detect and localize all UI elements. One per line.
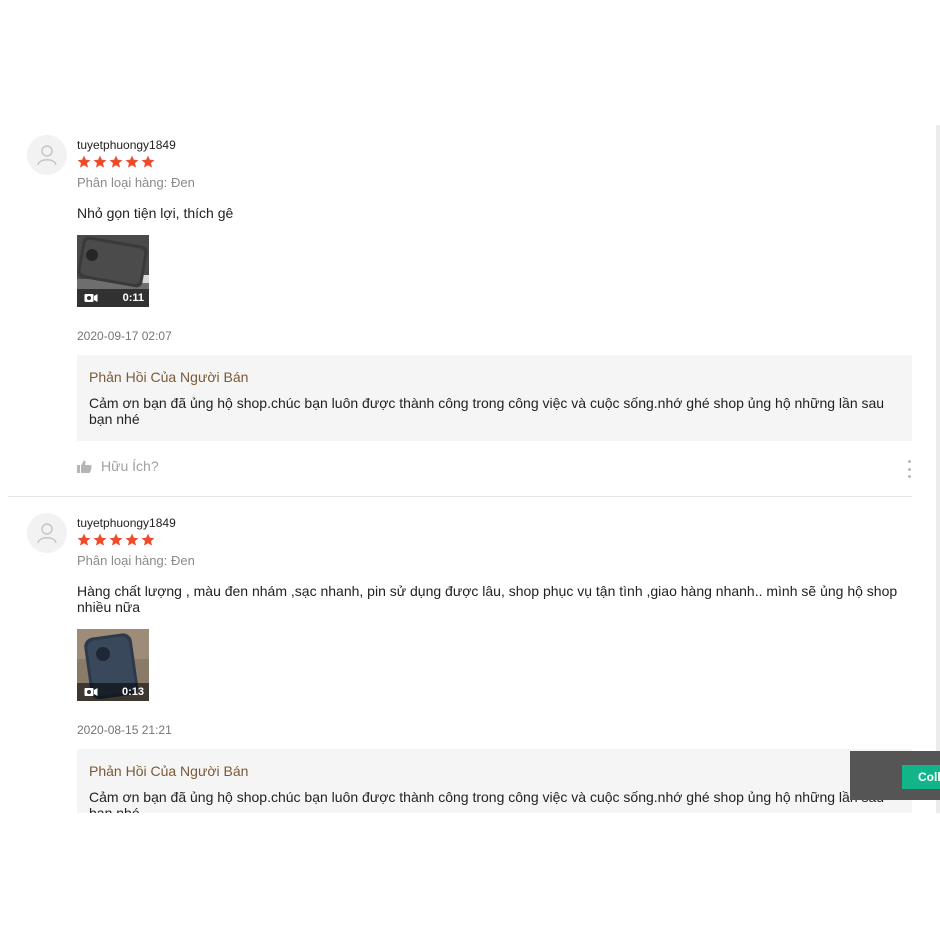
more-options-icon[interactable] [905,460,913,478]
review-video-thumbnail[interactable]: 0:11 [77,235,149,307]
rating-stars [77,155,155,169]
video-duration: 0:11 [122,292,144,304]
helpful-label: Hữu Ích? [101,458,159,474]
reviewer-name[interactable]: tuyetphuongy1849 [77,138,176,152]
user-icon [37,523,57,544]
star-icon [125,533,139,546]
star-icon [93,155,107,168]
video-duration: 0:13 [121,686,144,698]
video-info-bar: 0:11 [77,289,149,307]
star-icon [93,533,107,546]
thumbs-up-icon [77,460,92,473]
star-icon [77,533,91,546]
helpful-button[interactable]: Hữu Ích? [77,458,159,474]
star-icon [125,155,139,168]
video-camera-icon [84,688,98,696]
seller-reply-text: Cảm ơn bạn đã ủng hộ shop.chúc bạn luôn … [89,395,885,427]
seller-reply: Phản Hồi Của Người Bán Cảm ơn bạn đã ủng… [77,355,912,441]
review-comment: Nhỏ gọn tiện lợi, thích gê [77,205,234,221]
scrollbar[interactable] [936,125,940,813]
reviewer-name[interactable]: tuyetphuongy1849 [77,516,176,530]
product-variant: Phân loại hàng: Đen [77,553,195,568]
review-comment: Hàng chất lượng , màu đen nhám ,sạc nhan… [77,583,898,615]
star-icon [109,533,123,546]
avatar[interactable] [27,135,67,175]
video-info-bar: 0:13 [77,683,149,701]
star-icon [141,533,155,546]
avatar[interactable] [27,513,67,553]
star-icon [77,155,91,168]
floating-voucher-panel: Collect [850,751,940,800]
review-timestamp: 2020-08-15 21:21 [77,723,172,737]
product-variant: Phân loại hàng: Đen [77,175,195,190]
seller-reply-title: Phản Hồi Của Người Bán [89,763,249,779]
user-icon [37,145,57,166]
collect-button[interactable]: Collect [902,765,940,789]
rating-stars [77,533,155,547]
seller-reply: Phản Hồi Của Người Bán Cảm ơn bạn đã ủng… [77,749,912,813]
video-camera-icon [84,294,98,302]
review-divider [8,496,912,497]
seller-reply-title: Phản Hồi Của Người Bán [89,369,249,385]
star-icon [141,155,155,168]
review-video-thumbnail[interactable]: 0:13 [77,629,149,701]
seller-reply-text: Cảm ơn bạn đã ủng hộ shop.chúc bạn luôn … [89,789,885,813]
review-timestamp: 2020-09-17 02:07 [77,329,172,343]
reviews-list: tuyetphuongy1849 Phân loại hàng: Đen Nhỏ… [0,125,940,813]
star-icon [109,155,123,168]
